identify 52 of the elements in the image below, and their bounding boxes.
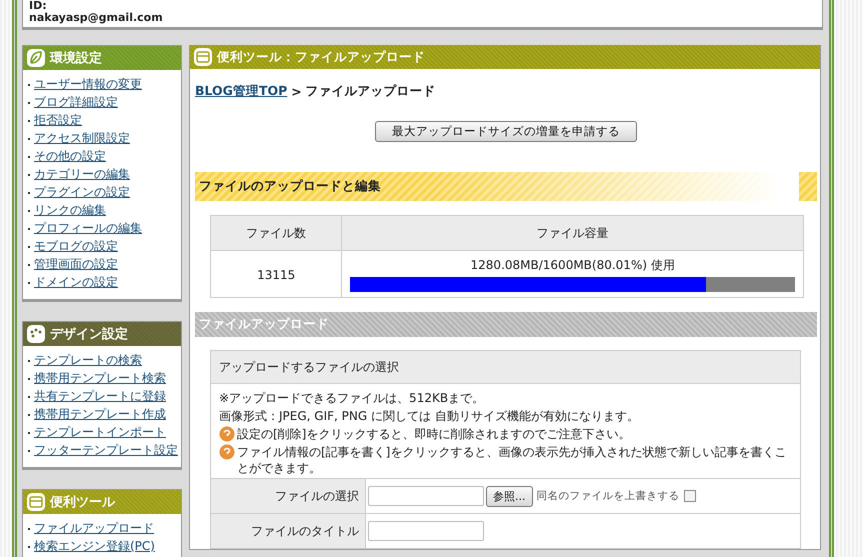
sidebar-link[interactable]: ブログ詳細設定: [34, 93, 118, 111]
sidebar-title: 便利ツール: [50, 494, 115, 511]
sidebar-link[interactable]: カテゴリーの編集: [34, 165, 130, 183]
breadcrumb-link[interactable]: BLOG管理TOP: [195, 83, 288, 100]
id-label: ID:: [29, 0, 48, 12]
note-text: 画像形式：JPEG, GIF, PNG に関しては 自動リサイズ機能が有効になります。: [219, 408, 639, 424]
note-text: ファイル情報の[記事を書く]をクリックすると、画像の表示先が挿入された状態で新しい記事を書くことができます。: [237, 444, 788, 476]
sidebar-link[interactable]: 拒否設定: [34, 111, 82, 129]
sidebar-title: 環境設定: [50, 50, 102, 67]
sidebar-link[interactable]: リンクの編集: [34, 201, 106, 219]
section-title: ファイルのアップロードと編集: [199, 178, 381, 195]
sidebar-link[interactable]: モブログの設定: [34, 237, 118, 255]
sidebar-title: デザイン設定: [50, 326, 128, 343]
title-input-field[interactable]: [368, 521, 484, 541]
sidebar-link[interactable]: ファイルアップロード: [34, 519, 154, 537]
sidebar-link[interactable]: ドメインの設定: [34, 273, 118, 291]
request-button[interactable]: 最大アップロードサイズの増量を申請する: [375, 121, 637, 142]
table-cell: 13115: [210, 250, 342, 298]
file-input-field[interactable]: [368, 486, 484, 506]
form-label: ファイルの選択: [211, 478, 366, 514]
form-label: ファイルのタイトル: [211, 514, 366, 548]
sidebar-link[interactable]: アクセス制限設定: [34, 129, 130, 147]
note-text: 設定の[削除]をクリックすると、即時に削除されますのでご注意下さい。: [237, 426, 630, 442]
sidebar-link[interactable]: テンプレートインポート: [34, 423, 166, 441]
section-header-end: [799, 172, 817, 201]
browse-button[interactable]: 参照...: [486, 486, 532, 506]
hint-icon: [219, 444, 235, 460]
overwrite-label: 同名のファイルを上書きする: [536, 489, 680, 503]
column-header: ファイル容量: [342, 216, 804, 250]
breadcrumb-current: ファイルアップロード: [306, 83, 436, 100]
breadcrumb-separator: >: [291, 84, 302, 99]
sidebar-link[interactable]: 共有テンプレートに登録: [34, 387, 166, 405]
sidebar-link[interactable]: フッターテンプレート設定: [34, 441, 178, 459]
hint-icon: [219, 426, 235, 442]
sidebar-link[interactable]: 検索エンジン登録(PC): [34, 537, 155, 555]
section-title: ファイルアップロード: [199, 316, 329, 333]
main-title: 便利ツール：ファイルアップロード: [217, 48, 425, 66]
overwrite-checkbox[interactable]: [684, 490, 696, 502]
sidebar-link[interactable]: ユーザー情報の変更: [34, 75, 142, 93]
sidebar-link[interactable]: その他の設定: [34, 147, 106, 165]
sidebar-link[interactable]: 携帯用テンプレート検索: [34, 369, 166, 387]
account-email: nakayasp@gmail.com: [29, 12, 164, 24]
toolbox-icon: [193, 47, 213, 67]
sidebar-link[interactable]: 管理画面の設定: [34, 255, 118, 273]
column-header: ファイル数: [210, 216, 342, 250]
box-title: アップロードするファイルの選択: [219, 358, 399, 376]
sidebar-link[interactable]: プラグインの設定: [34, 183, 130, 201]
sidebar-link[interactable]: 携帯用テンプレート作成: [34, 405, 166, 423]
sidebar-link[interactable]: テンプレートの検索: [34, 351, 142, 369]
note-text: ※アップロードできるファイルは、512KBまで。: [219, 390, 484, 406]
sidebar-link[interactable]: プロフィールの編集: [34, 219, 142, 237]
usage-text: 1280.08MB/1600MB(80.01%) 使用: [470, 257, 676, 274]
